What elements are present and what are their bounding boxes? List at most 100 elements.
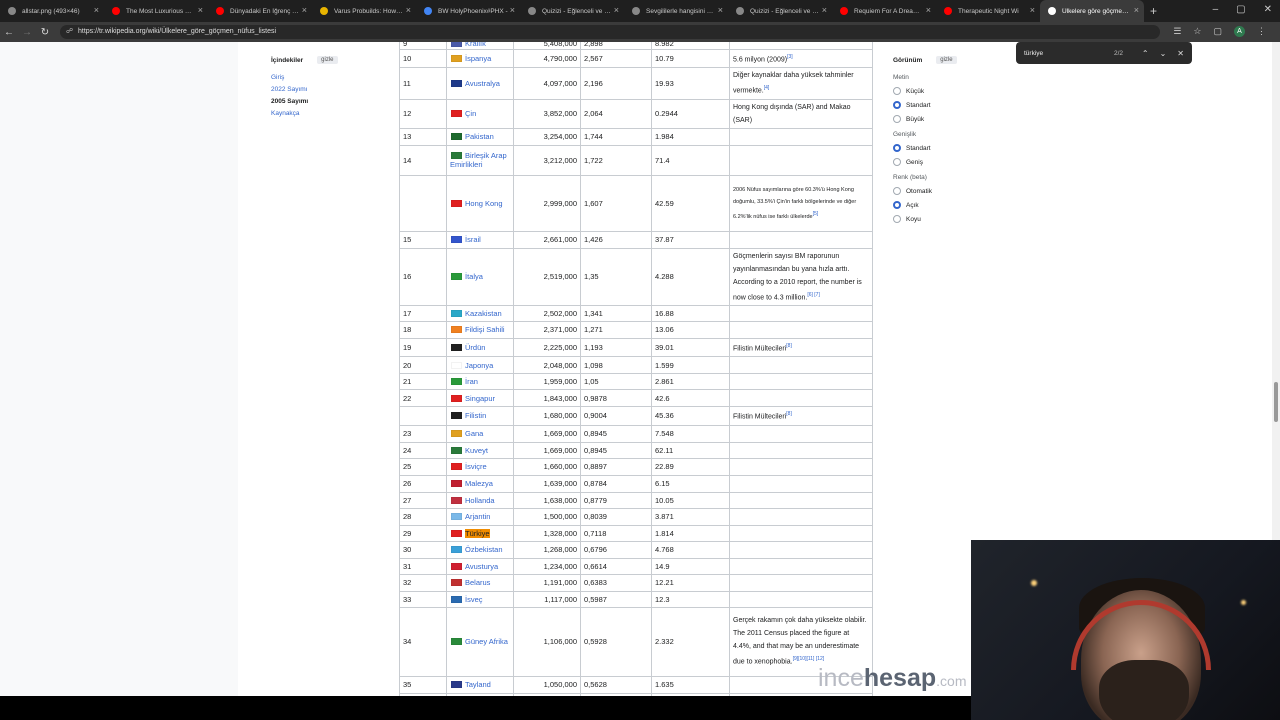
radio-button[interactable] <box>893 158 901 166</box>
notes-cell <box>729 524 873 542</box>
toc-hide-button[interactable]: gizle <box>317 56 338 64</box>
toc-item[interactable]: 2022 Sayımı <box>271 86 338 93</box>
find-close-icon[interactable]: ✕ <box>1177 49 1184 58</box>
country-link[interactable]: Kuveyt <box>465 446 488 455</box>
find-previous-icon[interactable]: ⌃ <box>1142 49 1149 58</box>
country-link[interactable]: İsviçre <box>465 462 487 471</box>
toc-item[interactable]: 2005 Sayımı <box>271 98 338 105</box>
toc-item[interactable]: Giriş <box>271 74 338 81</box>
browser-tab[interactable]: BW HolyPhoenix#PHX - × <box>416 0 520 22</box>
reload-icon[interactable]: ↻ <box>36 27 54 38</box>
radio-button[interactable] <box>893 115 901 123</box>
country-link[interactable]: Tayland <box>465 680 491 689</box>
tab-close-icon[interactable]: × <box>198 5 203 15</box>
tab-close-icon[interactable]: × <box>614 5 619 15</box>
appearance-radio-option[interactable]: Küçük <box>893 87 957 95</box>
translate-icon[interactable]: ☰ <box>1173 26 1181 37</box>
country-link[interactable]: İsrail <box>465 235 481 244</box>
country-link[interactable]: Çin <box>465 109 476 118</box>
browser-tab[interactable]: Dünyadaki En İğrenç Yem × <box>208 0 312 22</box>
country-link[interactable]: Kazakistan <box>465 309 502 318</box>
profile-avatar[interactable]: A <box>1234 26 1245 37</box>
extensions-icon[interactable]: ▢ <box>1213 26 1222 37</box>
country-link[interactable]: Avustralya <box>465 79 500 88</box>
browser-tab[interactable]: Ülkelere göre göçmen nü × <box>1040 0 1144 22</box>
country-link[interactable]: Özbekistan <box>465 545 503 554</box>
tab-close-icon[interactable]: × <box>302 5 307 15</box>
country-link[interactable]: Türkiye <box>465 528 490 538</box>
menu-icon[interactable]: ⋮ <box>1257 26 1266 37</box>
browser-tab[interactable]: Sevgililerle hangisini yapma× <box>624 0 728 22</box>
country-link[interactable]: Avusturya <box>465 562 498 571</box>
citation-link[interactable]: [8] <box>786 343 792 349</box>
country-link[interactable]: Fildişi Sahili <box>465 325 505 334</box>
country-link[interactable]: Ürdün <box>465 343 485 352</box>
appearance-radio-option[interactable]: Standart <box>893 144 957 152</box>
country-link[interactable]: Filistin <box>465 411 486 420</box>
browser-tab[interactable]: Quizizi - Eğlenceli ve etkile × <box>728 0 832 22</box>
citation-link[interactable]: [8] <box>786 411 792 417</box>
country-link[interactable]: Güney Afrika <box>465 637 508 646</box>
country-link[interactable]: İspanya <box>465 54 491 63</box>
back-icon[interactable]: ← <box>0 27 18 38</box>
country-link[interactable]: İran <box>465 377 478 386</box>
country-link[interactable]: Kraliık <box>465 42 486 48</box>
citation-link[interactable]: [4] <box>764 85 770 91</box>
find-next-icon[interactable]: ⌄ <box>1160 49 1167 58</box>
radio-button[interactable] <box>893 87 901 95</box>
forward-icon[interactable]: → <box>18 27 36 38</box>
country-link[interactable]: Hollanda <box>465 496 495 505</box>
tab-close-icon[interactable]: × <box>94 5 99 15</box>
country-link[interactable]: Gana <box>465 429 483 438</box>
tab-close-icon[interactable]: × <box>1134 5 1139 15</box>
browser-tab[interactable]: The Most Luxurious Christ × <box>104 0 208 22</box>
country-link[interactable]: Singapur <box>465 394 495 403</box>
browser-tab[interactable]: Varus Probuilds: How the × <box>312 0 416 22</box>
radio-button[interactable] <box>893 144 901 152</box>
appearance-radio-option[interactable]: Otomatik <box>893 187 957 195</box>
tab-close-icon[interactable]: × <box>822 5 827 15</box>
country-link[interactable]: Malezya <box>465 479 493 488</box>
toc-item[interactable]: Kaynakça <box>271 110 338 117</box>
browser-tab[interactable]: Requiem For A Dream Fu × <box>832 0 936 22</box>
minimize-icon[interactable]: – <box>1213 4 1219 15</box>
country-link[interactable]: İtalya <box>465 272 483 281</box>
country-link[interactable]: İsveç <box>465 595 483 604</box>
appearance-radio-option[interactable]: Büyük <box>893 115 957 123</box>
tab-close-icon[interactable]: × <box>926 5 931 15</box>
citation-link[interactable]: [6] [7] <box>807 292 820 298</box>
country-link[interactable]: Arjantin <box>465 512 490 521</box>
appearance-radio-option[interactable]: Açık <box>893 201 957 209</box>
appearance-radio-option[interactable]: Geniş <box>893 158 957 166</box>
scrollbar-thumb[interactable] <box>1274 382 1278 422</box>
citation-link[interactable]: [9][10][11] [12] <box>793 656 825 662</box>
appearance-radio-option[interactable]: Koyu <box>893 215 957 223</box>
new-tab-icon[interactable]: + <box>1150 4 1157 18</box>
browser-tab[interactable]: Quizizi - Eğlenceli ve etkile × <box>520 0 624 22</box>
appearance-radio-option[interactable]: Standart <box>893 101 957 109</box>
citation-link[interactable]: [5] <box>813 211 819 217</box>
country-link[interactable]: Belarus <box>465 578 490 587</box>
appearance-hide-button[interactable]: gizle <box>936 56 957 64</box>
citation-link[interactable]: [3] <box>787 54 793 60</box>
tab-close-icon[interactable]: × <box>1030 5 1035 15</box>
bookmark-star-icon[interactable]: ☆ <box>1193 26 1201 37</box>
site-info-icon[interactable]: ☍ <box>66 25 73 39</box>
browser-tab[interactable]: Therapeutic Night Wi × <box>936 0 1040 22</box>
radio-button[interactable] <box>893 201 901 209</box>
browser-tab[interactable]: allstar.png (493×46) × <box>0 0 104 22</box>
close-window-icon[interactable]: ✕ <box>1264 4 1272 15</box>
tab-close-icon[interactable]: × <box>406 5 411 15</box>
url-input[interactable]: ☍ https://tr.wikipedia.org/wiki/Ülkelere… <box>60 25 1160 39</box>
world-percent-cell: 1,341 <box>580 304 652 322</box>
tab-close-icon[interactable]: × <box>718 5 723 15</box>
radio-button[interactable] <box>893 101 901 109</box>
country-link[interactable]: Japonya <box>465 361 493 370</box>
maximize-icon[interactable]: ▢ <box>1236 4 1245 15</box>
tab-close-icon[interactable]: × <box>510 5 515 15</box>
radio-button[interactable] <box>893 215 901 223</box>
country-link[interactable]: Hong Kong <box>465 199 503 208</box>
country-link[interactable]: Pakistan <box>465 132 494 141</box>
find-input[interactable]: türkiye <box>1024 50 1043 57</box>
radio-button[interactable] <box>893 187 901 195</box>
